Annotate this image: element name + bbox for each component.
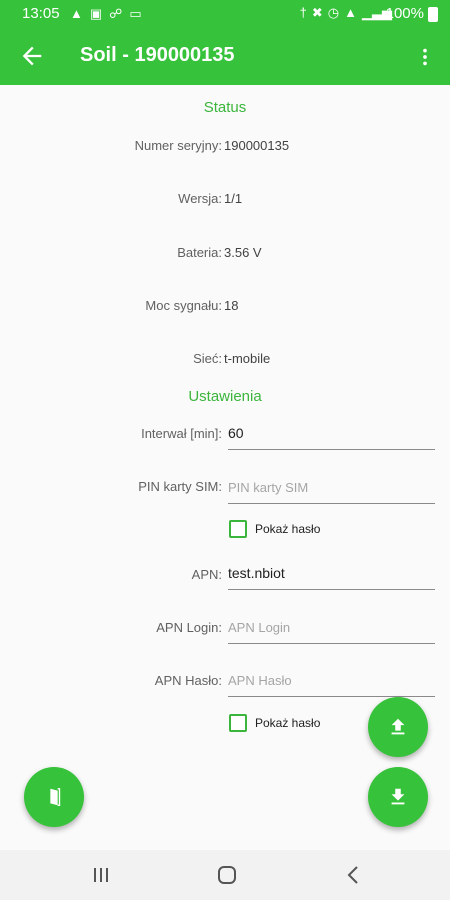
system-nav-bar	[0, 850, 450, 900]
upload-button[interactable]	[368, 697, 428, 757]
show-password-label-1: Pokaż hasło	[255, 522, 321, 536]
apn-login-placeholder: APN Login	[228, 620, 291, 635]
download-icon	[391, 788, 405, 805]
apn-value: test.nbiot	[228, 565, 285, 581]
image-icon: ▣	[89, 6, 103, 21]
settings-section-title: Ustawienia	[188, 388, 262, 405]
notification-icons: ▲ ▣ ☍ ▭	[70, 6, 142, 22]
door-icon	[50, 788, 61, 806]
interval-value: 60	[228, 425, 244, 441]
wifi-icon: ▲	[344, 5, 357, 20]
bluetooth-icon: †	[299, 5, 307, 20]
pin-label: PIN karty SIM:	[138, 479, 222, 494]
version-value: 1/1	[224, 191, 243, 206]
show-password-checkbox-2[interactable]	[229, 714, 247, 732]
battery-label: Bateria:	[177, 245, 222, 260]
more-vert-icon[interactable]	[414, 43, 436, 71]
show-password-checkbox-row-1[interactable]: Pokaż hasło	[229, 520, 320, 538]
status-bar: 13:05 ▲ ▣ ☍ ▭ † ✖ ◷ ▲ ▁▃▅ 100%	[0, 0, 450, 28]
serial-number-label: Numer seryjny:	[134, 138, 222, 153]
status-time: 13:05	[22, 5, 60, 22]
battery-percent: 100%	[385, 5, 424, 22]
recent-apps-icon[interactable]	[89, 863, 113, 887]
link-icon: ☍	[109, 6, 123, 21]
screen-icon: ▭	[129, 6, 142, 21]
battery-icon	[428, 7, 438, 22]
apn-input[interactable]: test.nbiot	[228, 560, 435, 590]
interval-input[interactable]: 60	[228, 420, 435, 450]
upload-icon	[391, 718, 405, 735]
home-icon[interactable]	[215, 863, 239, 887]
version-label: Wersja:	[178, 191, 222, 206]
serial-number-value: 190000135	[224, 138, 290, 153]
signal-strength-value: 18	[224, 298, 239, 313]
battery-value: 3.56 V	[224, 245, 262, 260]
show-password-checkbox-1[interactable]	[229, 520, 247, 538]
apn-login-label: APN Login:	[156, 620, 222, 635]
signal-strength-label: Moc sygnału:	[145, 298, 222, 313]
apn-login-input[interactable]: APN Login	[228, 614, 435, 644]
show-password-label-2: Pokaż hasło	[255, 716, 321, 730]
network-label: Sieć:	[193, 351, 222, 366]
alarm-icon: ◷	[327, 5, 340, 20]
page-title: Soil - 190000135	[80, 44, 235, 66]
apn-password-label: APN Hasło:	[154, 673, 222, 688]
interval-label: Interwał [min]:	[141, 426, 222, 441]
show-password-checkbox-row-2[interactable]: Pokaż hasło	[229, 714, 320, 732]
pin-placeholder: PIN karty SIM	[228, 480, 309, 495]
apn-label: APN:	[191, 567, 222, 582]
app-bar: Soil - 190000135	[0, 28, 450, 85]
system-icons: † ✖ ◷ ▲ ▁▃▅	[300, 5, 392, 21]
pin-input[interactable]: PIN karty SIM	[228, 474, 435, 504]
status-section-title: Status	[203, 99, 247, 116]
mute-icon: ✖	[311, 5, 323, 20]
exit-door-button[interactable]	[24, 767, 84, 827]
download-button[interactable]	[368, 767, 428, 827]
apn-password-input[interactable]: APN Hasło	[228, 667, 435, 697]
apn-password-placeholder: APN Hasło	[228, 673, 292, 688]
notification-icon: ▲	[70, 6, 83, 21]
back-arrow-icon[interactable]	[18, 42, 46, 70]
network-value: t-mobile	[224, 351, 271, 366]
back-nav-icon[interactable]	[342, 863, 366, 887]
